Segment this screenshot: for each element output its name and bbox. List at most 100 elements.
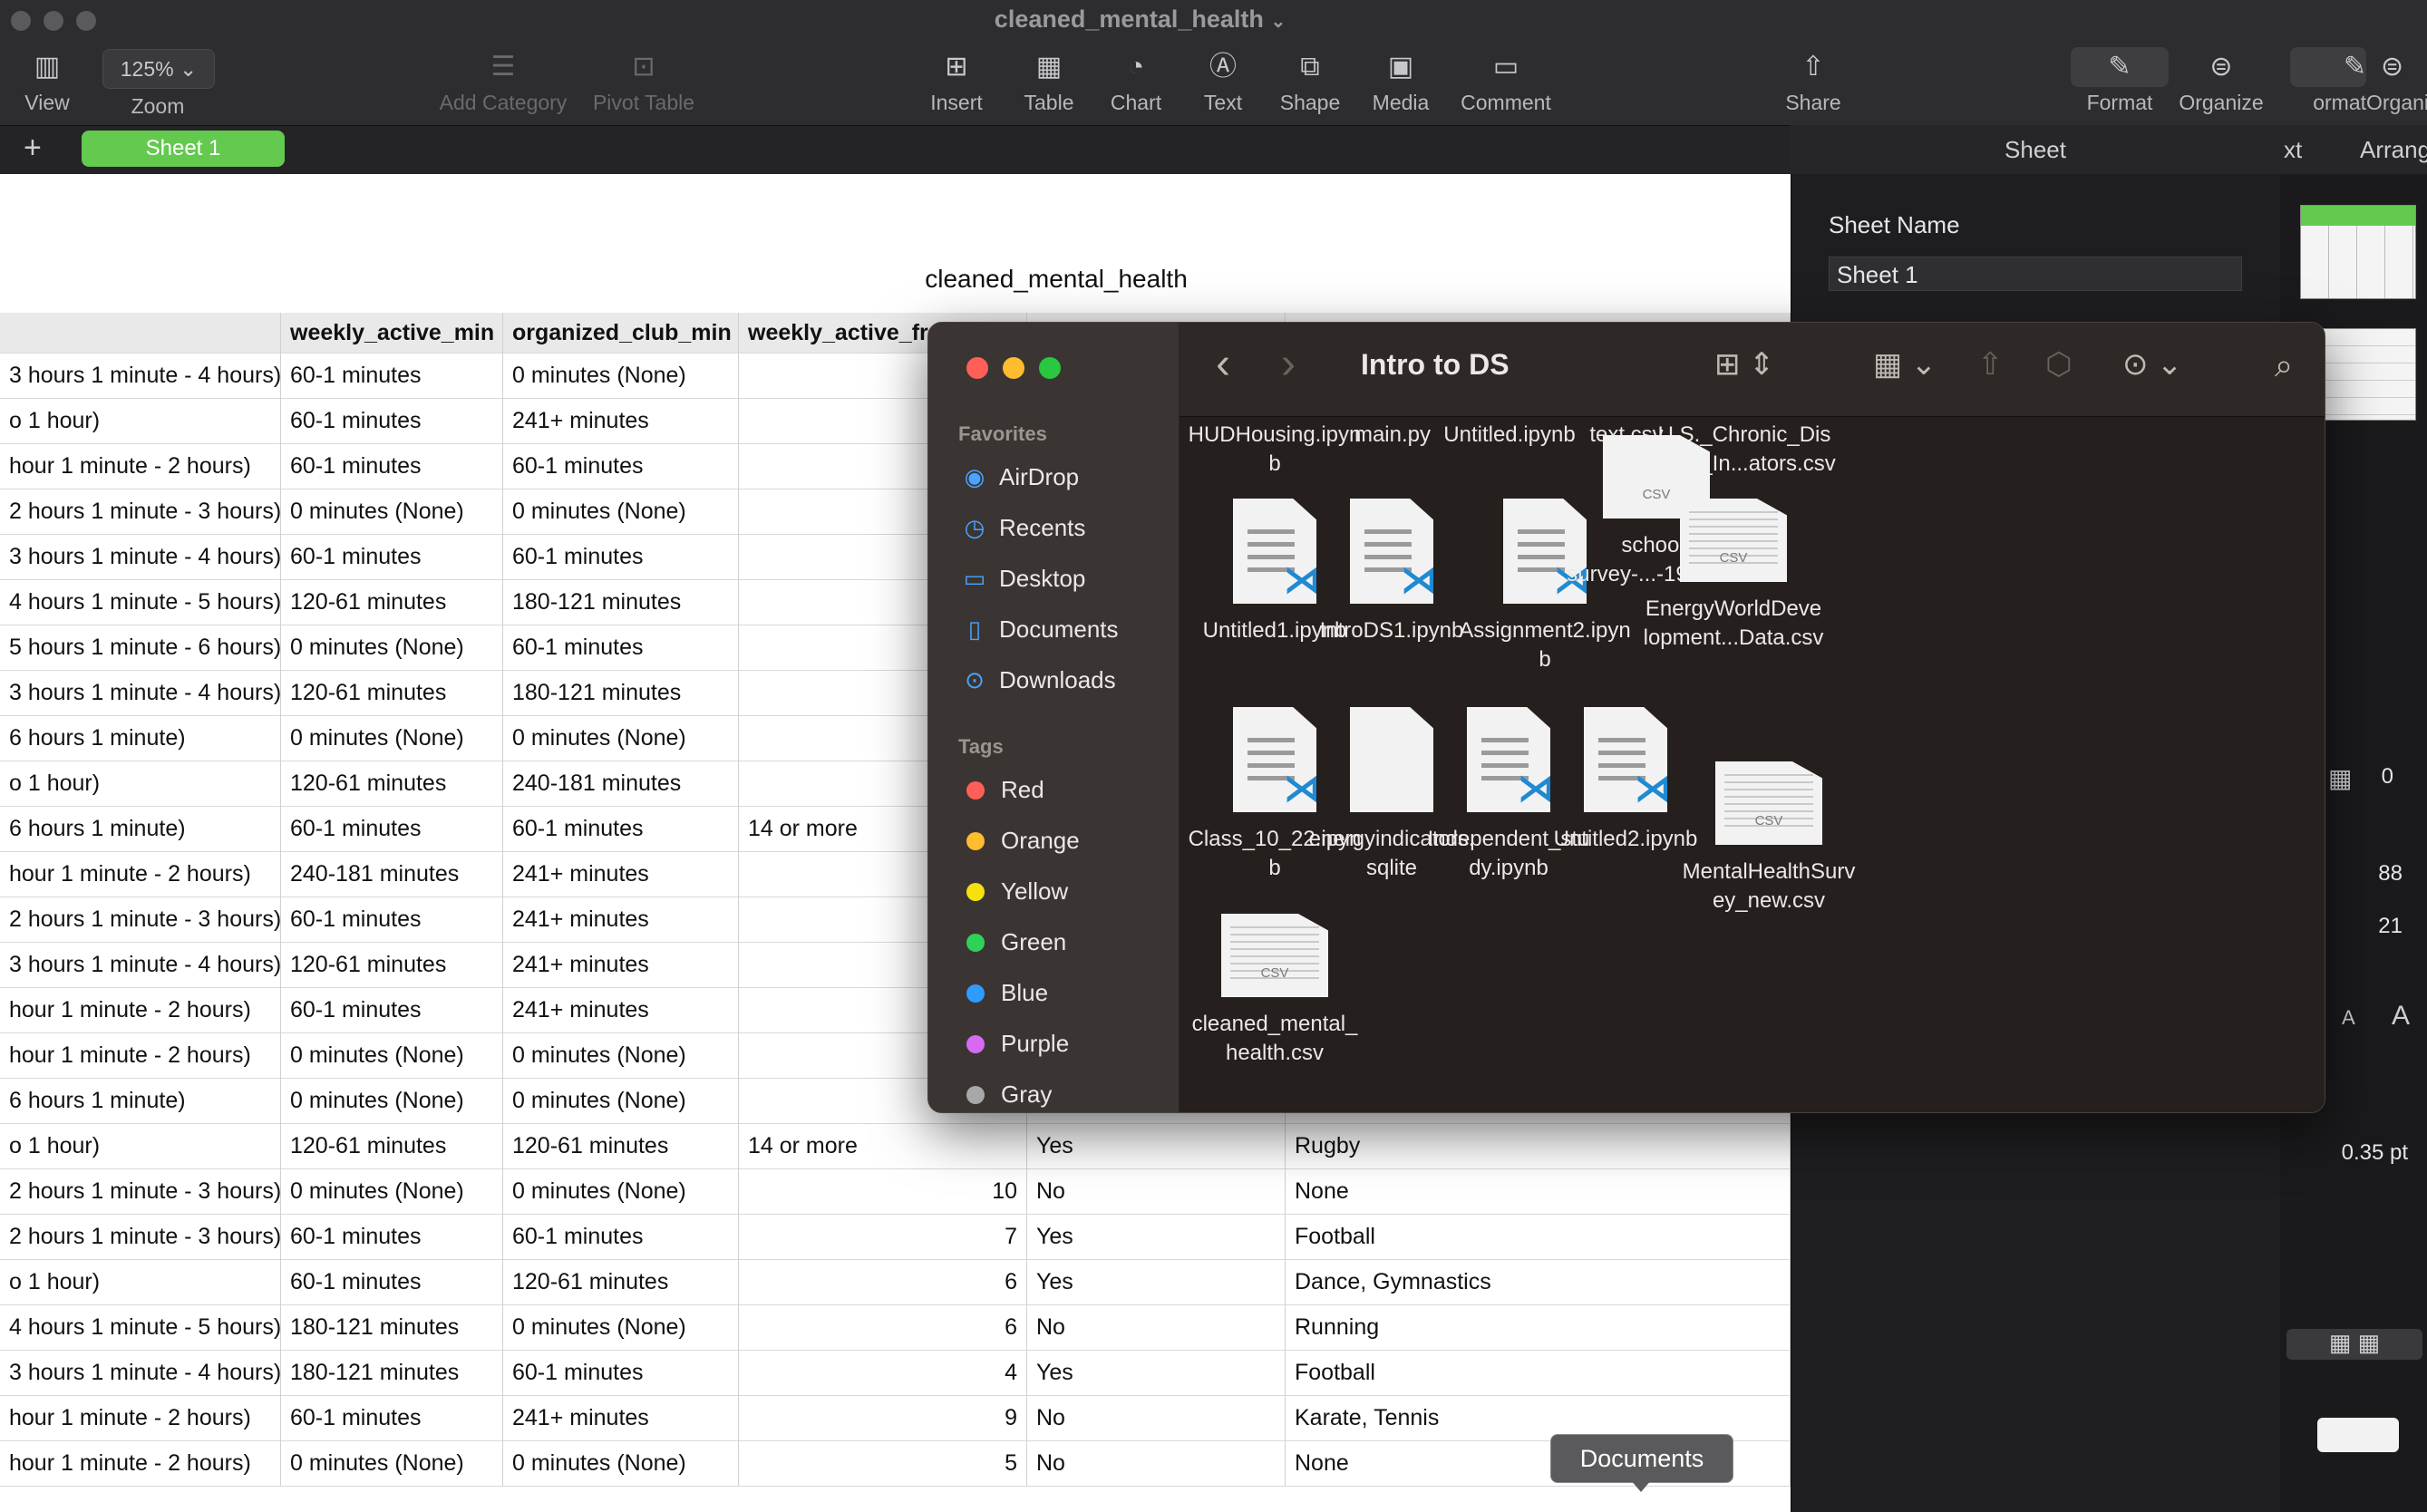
table-cell[interactable]: 60-1 minutes bbox=[281, 987, 503, 1032]
table-cell[interactable]: 0 minutes (None) bbox=[281, 715, 503, 761]
table-row[interactable]: hour 1 minute - 2 hours) 60-1 minutes 241+… bbox=[0, 1395, 1791, 1441]
table-cell[interactable]: 60-1 minutes bbox=[281, 443, 503, 489]
table-cell[interactable]: 6 bbox=[739, 1259, 1027, 1304]
table-cell[interactable]: 120-61 minutes bbox=[503, 1259, 739, 1304]
table-cell[interactable]: 60-1 minutes bbox=[503, 625, 739, 670]
table-cell[interactable]: Dance, Gymnastics bbox=[1286, 1259, 1791, 1304]
table-cell[interactable]: 120-61 minutes bbox=[281, 670, 503, 715]
tag-item-purple[interactable]: Purple bbox=[959, 1018, 1177, 1069]
table-cell[interactable]: Running bbox=[1286, 1304, 1791, 1350]
table-cell[interactable]: 0 minutes (None) bbox=[281, 1440, 503, 1486]
table-cell[interactable]: 60-1 minutes bbox=[281, 1395, 503, 1440]
table-cell[interactable]: 7 bbox=[739, 1214, 1027, 1259]
table-cell[interactable]: 0 minutes (None) bbox=[503, 489, 739, 534]
table-cell[interactable]: hour 1 minute - 2 hours) bbox=[0, 443, 281, 489]
table-row[interactable]: 2 hours 1 minute - 3 hours) 0 minutes (No… bbox=[0, 1168, 1791, 1215]
table-cell[interactable]: o 1 hour) bbox=[0, 1259, 281, 1304]
table-cell[interactable]: 60-1 minutes bbox=[281, 897, 503, 942]
table-cell[interactable]: No bbox=[1027, 1440, 1286, 1486]
table-cell[interactable]: 0 minutes (None) bbox=[503, 1078, 739, 1123]
table-cell[interactable]: 4 hours 1 minute - 5 hours) bbox=[0, 579, 281, 625]
table-cell[interactable]: hour 1 minute - 2 hours) bbox=[0, 987, 281, 1032]
sidebar-item-airdrop[interactable]: ◉ AirDrop bbox=[959, 451, 1177, 502]
table-cell[interactable]: Rugby bbox=[1286, 1123, 1791, 1168]
organize-button-2[interactable]: ⊜ Organi bbox=[2366, 51, 2427, 115]
table-cell[interactable]: 6 hours 1 minute) bbox=[0, 715, 281, 761]
back-button[interactable]: ‹ bbox=[1216, 339, 1230, 389]
table-cell[interactable]: 3 hours 1 minute - 4 hours) bbox=[0, 353, 281, 398]
table-cell[interactable]: 5 bbox=[739, 1440, 1027, 1486]
table-cell[interactable]: 241+ minutes bbox=[503, 1395, 739, 1440]
table-cell[interactable]: 60-1 minutes bbox=[281, 353, 503, 398]
table-cell[interactable]: 60-1 minutes bbox=[281, 806, 503, 851]
table-cell[interactable]: 0 minutes (None) bbox=[281, 1168, 503, 1214]
tag-item-blue[interactable]: Blue bbox=[959, 967, 1177, 1018]
table-row[interactable]: o 1 hour) 60-1 minutes 120-61 minutes 6 Yes D… bbox=[0, 1259, 1791, 1305]
table-cell[interactable]: hour 1 minute - 2 hours) bbox=[0, 1395, 281, 1440]
table-cell[interactable]: 241+ minutes bbox=[503, 398, 739, 443]
table-cell[interactable]: 2 hours 1 minute - 3 hours) bbox=[0, 1214, 281, 1259]
table-cell[interactable]: 180-121 minutes bbox=[503, 670, 739, 715]
table-cell[interactable]: 120-61 minutes bbox=[281, 942, 503, 987]
table-cell[interactable]: 0 minutes (None) bbox=[503, 715, 739, 761]
tag-icon[interactable]: ⬡ bbox=[2045, 346, 2073, 383]
table-cell[interactable]: 4 bbox=[739, 1350, 1027, 1395]
table-cell[interactable]: 120-61 minutes bbox=[503, 1123, 739, 1168]
tab-sheet-inspector[interactable]: Sheet bbox=[1791, 125, 2280, 174]
table-cell[interactable]: 2 hours 1 minute - 3 hours) bbox=[0, 1168, 281, 1214]
font-larger-button[interactable]: A bbox=[2392, 1001, 2410, 1032]
table-cell[interactable]: 3 hours 1 minute - 4 hours) bbox=[0, 534, 281, 579]
search-icon[interactable]: ⌕ bbox=[2275, 346, 2293, 385]
media-button[interactable]: ▣ Media bbox=[1342, 51, 1460, 115]
table-cell[interactable]: 0 minutes (None) bbox=[281, 489, 503, 534]
table-cell[interactable]: 180-121 minutes bbox=[281, 1304, 503, 1350]
pivot-table-button[interactable]: ⊡ Pivot Table bbox=[585, 51, 703, 115]
table-cell[interactable]: 0 minutes (None) bbox=[503, 1168, 739, 1214]
sidebar-item-downloads[interactable]: ⊙ Downloads bbox=[959, 654, 1177, 705]
font-smaller-button[interactable]: A bbox=[2342, 1006, 2355, 1030]
file-item[interactable]: CSV cleaned_mental_ health.csv bbox=[1180, 914, 1370, 1068]
table-cell[interactable]: 241+ minutes bbox=[503, 942, 739, 987]
view-grid-icon[interactable]: ⊞ ⇕ bbox=[1714, 346, 1774, 383]
table-cell[interactable]: 241+ minutes bbox=[503, 851, 739, 897]
table-row[interactable]: 4 hours 1 minute - 5 hours) 180-121 minut… bbox=[0, 1304, 1791, 1351]
share-button[interactable]: ⇧ Share bbox=[1754, 51, 1872, 115]
table-cell[interactable]: 5 hours 1 minute - 6 hours) bbox=[0, 625, 281, 670]
table-cell[interactable]: 241+ minutes bbox=[503, 987, 739, 1032]
table-cell[interactable]: 60-1 minutes bbox=[503, 1350, 739, 1395]
tab-sheet-1[interactable]: Sheet 1 bbox=[82, 131, 285, 167]
table-cell[interactable]: 60-1 minutes bbox=[281, 534, 503, 579]
table-cell[interactable]: 0 minutes (None) bbox=[281, 1078, 503, 1123]
table-outline-toggle[interactable]: ▦ ▦ bbox=[2286, 1329, 2422, 1360]
table-cell[interactable]: 120-61 minutes bbox=[281, 761, 503, 806]
table-cell[interactable]: 240-181 minutes bbox=[281, 851, 503, 897]
column-count-value[interactable]: 21 bbox=[2330, 914, 2403, 939]
table-cell[interactable]: 120-61 minutes bbox=[281, 579, 503, 625]
tag-item-green[interactable]: Green bbox=[959, 916, 1177, 967]
table-cell[interactable]: 4 hours 1 minute - 5 hours) bbox=[0, 1304, 281, 1350]
comment-button[interactable]: ▭ Comment bbox=[1447, 51, 1565, 115]
table-cell[interactable]: 6 hours 1 minute) bbox=[0, 806, 281, 851]
file-item[interactable]: CSV EnergyWorldDeve lopment...Data.csv bbox=[1638, 499, 1829, 653]
add-category-button[interactable]: ☰ Add Category bbox=[435, 51, 571, 115]
finder-minimize-button[interactable] bbox=[1003, 357, 1024, 379]
row-count-value[interactable]: 88 bbox=[2330, 861, 2403, 887]
table-cell[interactable]: 240-181 minutes bbox=[503, 761, 739, 806]
tag-item-yellow[interactable]: Yellow bbox=[959, 866, 1177, 916]
table-row[interactable]: 3 hours 1 minute - 4 hours) 180-121 minut… bbox=[0, 1350, 1791, 1396]
table-cell[interactable]: 60-1 minutes bbox=[503, 806, 739, 851]
tag-item-red[interactable]: Red bbox=[959, 764, 1177, 815]
more-actions-icon[interactable]: ⊙ ⌄ bbox=[2122, 346, 2182, 383]
format-button[interactable]: ✎ Format bbox=[2061, 51, 2179, 115]
table-cell[interactable]: 60-1 minutes bbox=[503, 1214, 739, 1259]
table-cell[interactable]: 180-121 minutes bbox=[503, 579, 739, 625]
view-button[interactable]: ▥ View bbox=[0, 51, 106, 115]
table-cell[interactable]: 241+ minutes bbox=[503, 897, 739, 942]
table-cell[interactable]: o 1 hour) bbox=[0, 1123, 281, 1168]
sidebar-item-desktop[interactable]: ▭ Desktop bbox=[959, 553, 1177, 604]
table-cell[interactable]: Football bbox=[1286, 1214, 1791, 1259]
table-cell[interactable]: 9 bbox=[739, 1395, 1027, 1440]
table-cell[interactable]: o 1 hour) bbox=[0, 398, 281, 443]
table-cell[interactable]: hour 1 minute - 2 hours) bbox=[0, 1032, 281, 1078]
tab-arrange[interactable]: Arrang bbox=[2360, 136, 2427, 164]
